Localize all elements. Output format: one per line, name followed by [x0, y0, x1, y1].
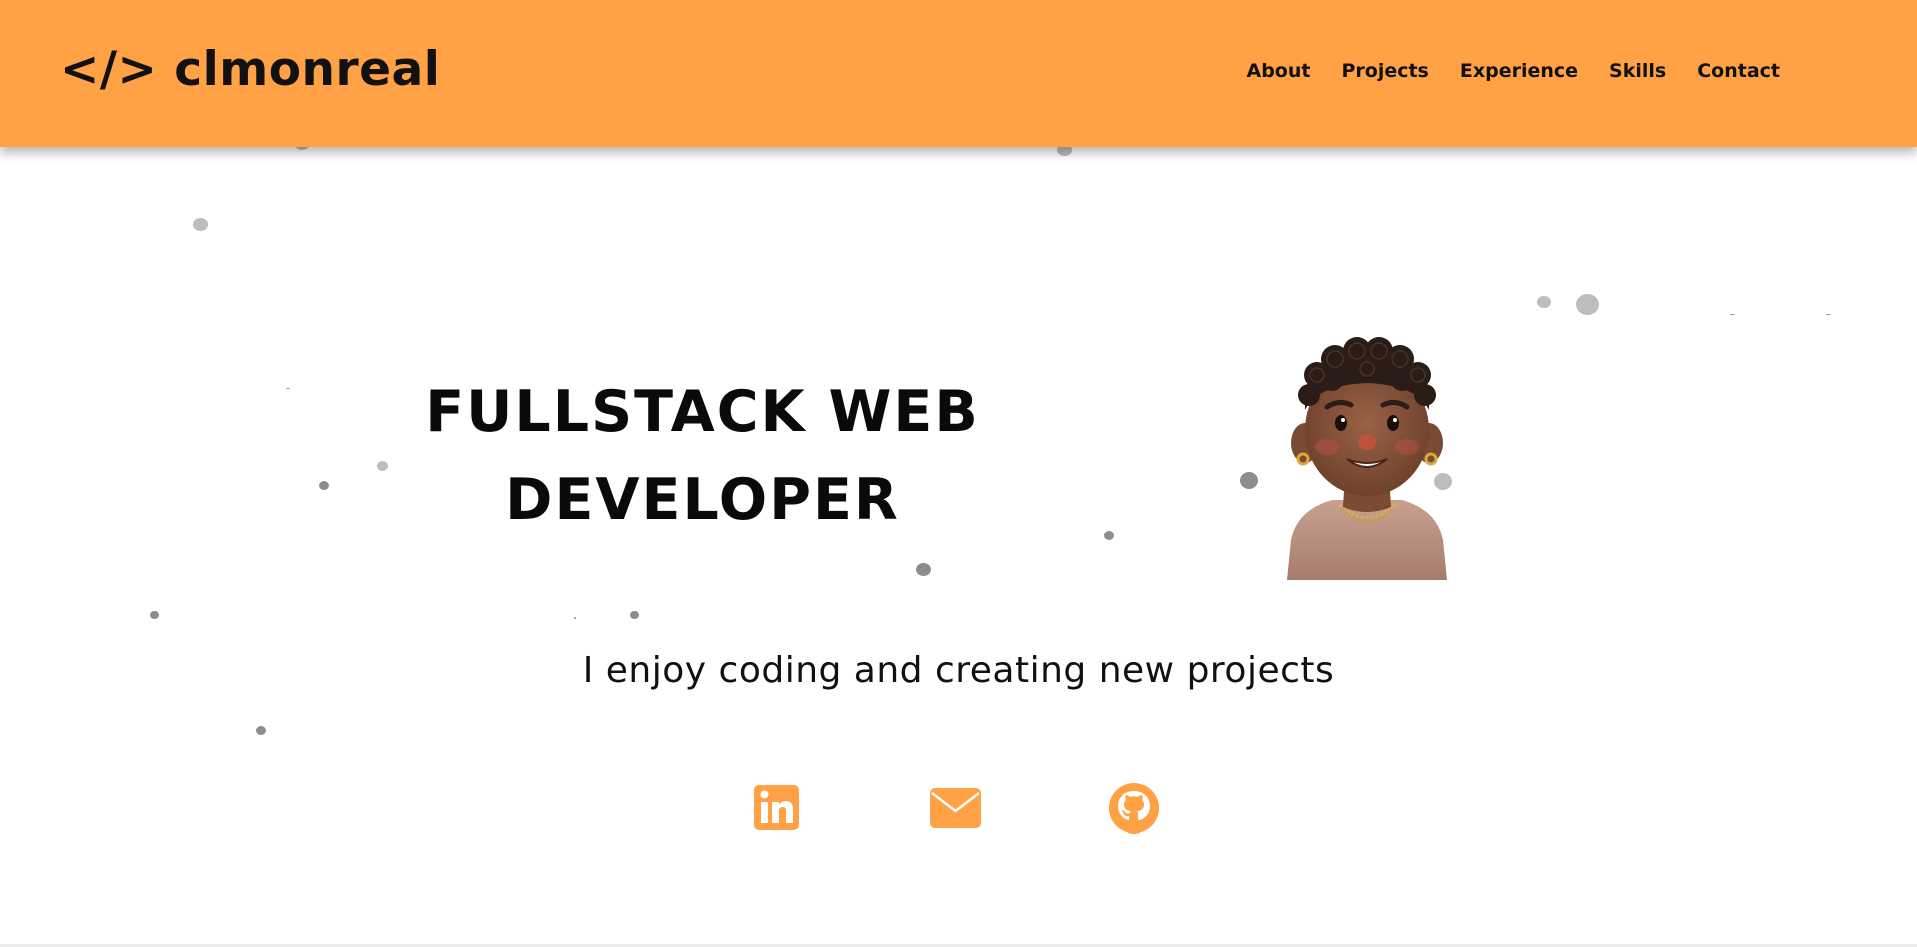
github-icon [1109, 783, 1159, 834]
particle [916, 563, 931, 576]
nav-link-projects[interactable]: Projects [1341, 60, 1428, 82]
social-links [0, 780, 1917, 840]
particle [1240, 472, 1258, 489]
particle [1104, 531, 1114, 540]
particle [256, 726, 266, 735]
hero-title-line-2: DEVELOPER [505, 467, 900, 533]
hero-title-line-1: FULLSTACK WEB [425, 379, 980, 445]
email-link[interactable] [927, 780, 983, 836]
particle [1730, 314, 1735, 315]
site-header: </> clmonreal About Projects Experience … [0, 0, 1917, 147]
main-nav: About Projects Experience Skills Contact [1247, 60, 1781, 82]
linkedin-link[interactable] [748, 780, 804, 836]
linkedin-icon [754, 785, 799, 830]
nav-link-about[interactable]: About [1247, 60, 1311, 82]
particle [286, 388, 290, 389]
page: </> clmonreal About Projects Experience … [0, 0, 1917, 947]
particle [1576, 294, 1599, 315]
nav-link-experience[interactable]: Experience [1460, 60, 1578, 82]
particle [150, 611, 159, 619]
particle [1537, 296, 1551, 308]
particle [319, 481, 329, 490]
particle [630, 611, 639, 619]
particle [193, 218, 208, 231]
nav-link-skills[interactable]: Skills [1609, 60, 1666, 82]
hero-tagline: I enjoy coding and creating new projects [582, 650, 1335, 691]
particle [1826, 314, 1831, 315]
nav-link-contact[interactable]: Contact [1697, 60, 1780, 82]
avatar-image [1287, 337, 1447, 580]
particle [574, 617, 576, 619]
hero-title: FULLSTACK WEB DEVELOPER [380, 368, 1025, 544]
github-link[interactable] [1106, 780, 1162, 836]
site-logo[interactable]: </> clmonreal [60, 42, 440, 97]
envelope-icon [930, 788, 981, 828]
